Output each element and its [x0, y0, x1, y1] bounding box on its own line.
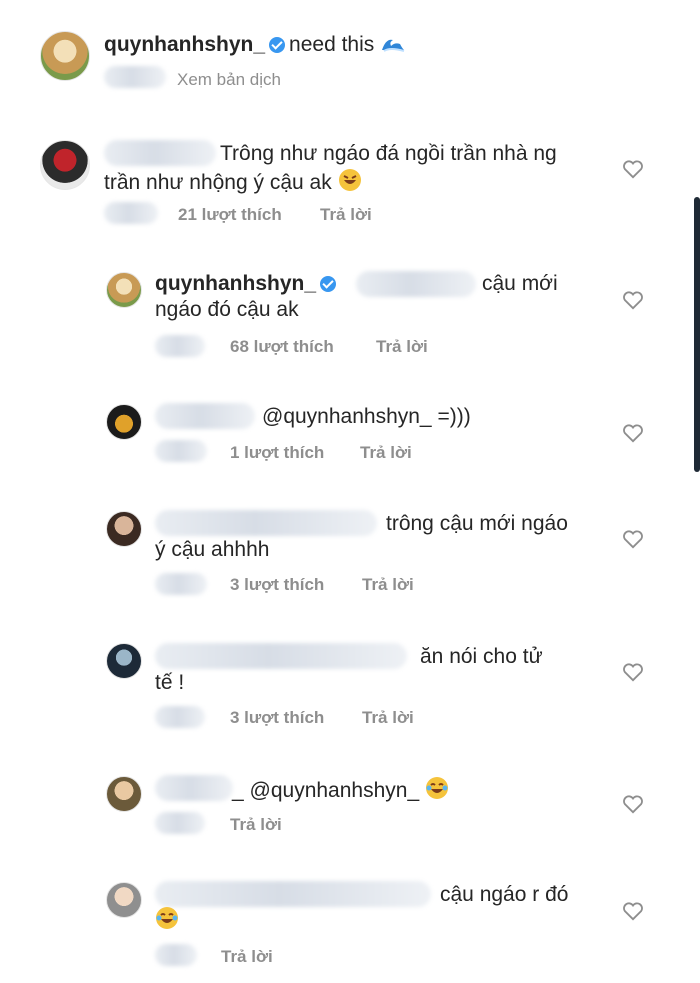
- see-translation-link[interactable]: Xem bản dịch: [177, 69, 281, 91]
- reply-button[interactable]: Trả lời: [221, 946, 273, 968]
- comment-text: trông cậu mới ngáo: [386, 512, 568, 535]
- likes-count[interactable]: 1 lượt thích: [230, 442, 324, 464]
- commenter-avatar[interactable]: [40, 140, 90, 190]
- redacted-username: [155, 643, 407, 669]
- comment-text-continued: ý cậu ahhhh: [155, 538, 270, 561]
- likes-count[interactable]: 21 lượt thích: [178, 204, 282, 226]
- redacted-username: [155, 881, 431, 907]
- redacted-timestamp: [155, 440, 207, 462]
- comment-text: @quynhanhshyn_ =))): [262, 405, 471, 428]
- redacted-username: [104, 140, 216, 166]
- like-heart-icon[interactable]: [622, 901, 644, 921]
- comment-text-continued: ngáo đó cậu ak: [155, 298, 299, 321]
- reply-button[interactable]: Trả lời: [320, 204, 372, 226]
- redacted-timestamp: [104, 66, 166, 88]
- like-heart-icon[interactable]: [622, 159, 644, 179]
- scrollbar[interactable]: [694, 197, 700, 472]
- wave-icon: [380, 32, 406, 61]
- post-caption: need this: [289, 33, 375, 56]
- comment-emoji-line: [155, 906, 179, 937]
- comment-text: cậu mới: [482, 272, 558, 295]
- tears-of-joy-emoji: [425, 776, 449, 807]
- like-heart-icon[interactable]: [622, 794, 644, 814]
- commenter-avatar[interactable]: [106, 511, 142, 547]
- commenter-avatar[interactable]: [106, 643, 142, 679]
- commenter-avatar[interactable]: [106, 776, 142, 812]
- comment-text-continued: trần như nhộng ý cậu ak: [104, 171, 332, 194]
- comment-text-line2: trần như nhộng ý cậu ak: [104, 168, 362, 199]
- reply-button[interactable]: Trả lời: [362, 707, 414, 729]
- comment-text-line: _ @quynhanhshyn_: [232, 776, 449, 807]
- like-heart-icon[interactable]: [622, 662, 644, 682]
- comment-text-continued: tế !: [155, 671, 185, 694]
- comment-text: _ @quynhanhshyn_: [232, 779, 420, 802]
- reply-button[interactable]: Trả lời: [376, 336, 428, 358]
- redacted-username: [155, 403, 255, 429]
- redacted-timestamp: [155, 706, 205, 728]
- reply-button[interactable]: Trả lời: [362, 574, 414, 596]
- reply-button[interactable]: Trả lời: [360, 442, 412, 464]
- like-heart-icon[interactable]: [622, 529, 644, 549]
- verified-badge-icon: [320, 276, 337, 292]
- commenter-avatar[interactable]: [106, 404, 142, 440]
- redacted-timestamp: [155, 812, 205, 834]
- commenter-avatar[interactable]: [106, 882, 142, 918]
- reply-button[interactable]: Trả lời: [230, 814, 282, 836]
- like-heart-icon[interactable]: [622, 423, 644, 443]
- redacted-timestamp: [155, 573, 207, 595]
- likes-count[interactable]: 68 lượt thích: [230, 336, 334, 358]
- verified-badge-icon: [269, 37, 286, 53]
- comment-text: Trông như ngáo đá ngồi trần nhà ng: [220, 142, 557, 165]
- reply-header-line: quynhanhshyn_: [155, 271, 340, 297]
- comment-text: cậu ngáo r đó: [440, 883, 569, 906]
- rofl-emoji: [338, 168, 362, 199]
- reply-author-username[interactable]: quynhanhshyn_: [155, 272, 316, 295]
- likes-count[interactable]: 3 lượt thích: [230, 707, 324, 729]
- redacted-timestamp: [104, 202, 158, 224]
- tears-of-joy-emoji: [155, 906, 179, 937]
- redacted-timestamp: [155, 944, 197, 966]
- reply-author-avatar[interactable]: [106, 272, 142, 308]
- post-author-username[interactable]: quynhanhshyn_: [104, 33, 265, 56]
- redacted-username: [155, 775, 233, 801]
- like-heart-icon[interactable]: [622, 290, 644, 310]
- comment-text: ăn nói cho tử: [420, 645, 543, 668]
- redacted-mention: [356, 271, 476, 297]
- redacted-timestamp: [155, 335, 205, 357]
- redacted-username: [155, 510, 377, 536]
- likes-count[interactable]: 3 lượt thích: [230, 574, 324, 596]
- post-author-avatar[interactable]: [40, 31, 90, 81]
- post-caption-line: quynhanhshyn_ need this: [104, 32, 406, 61]
